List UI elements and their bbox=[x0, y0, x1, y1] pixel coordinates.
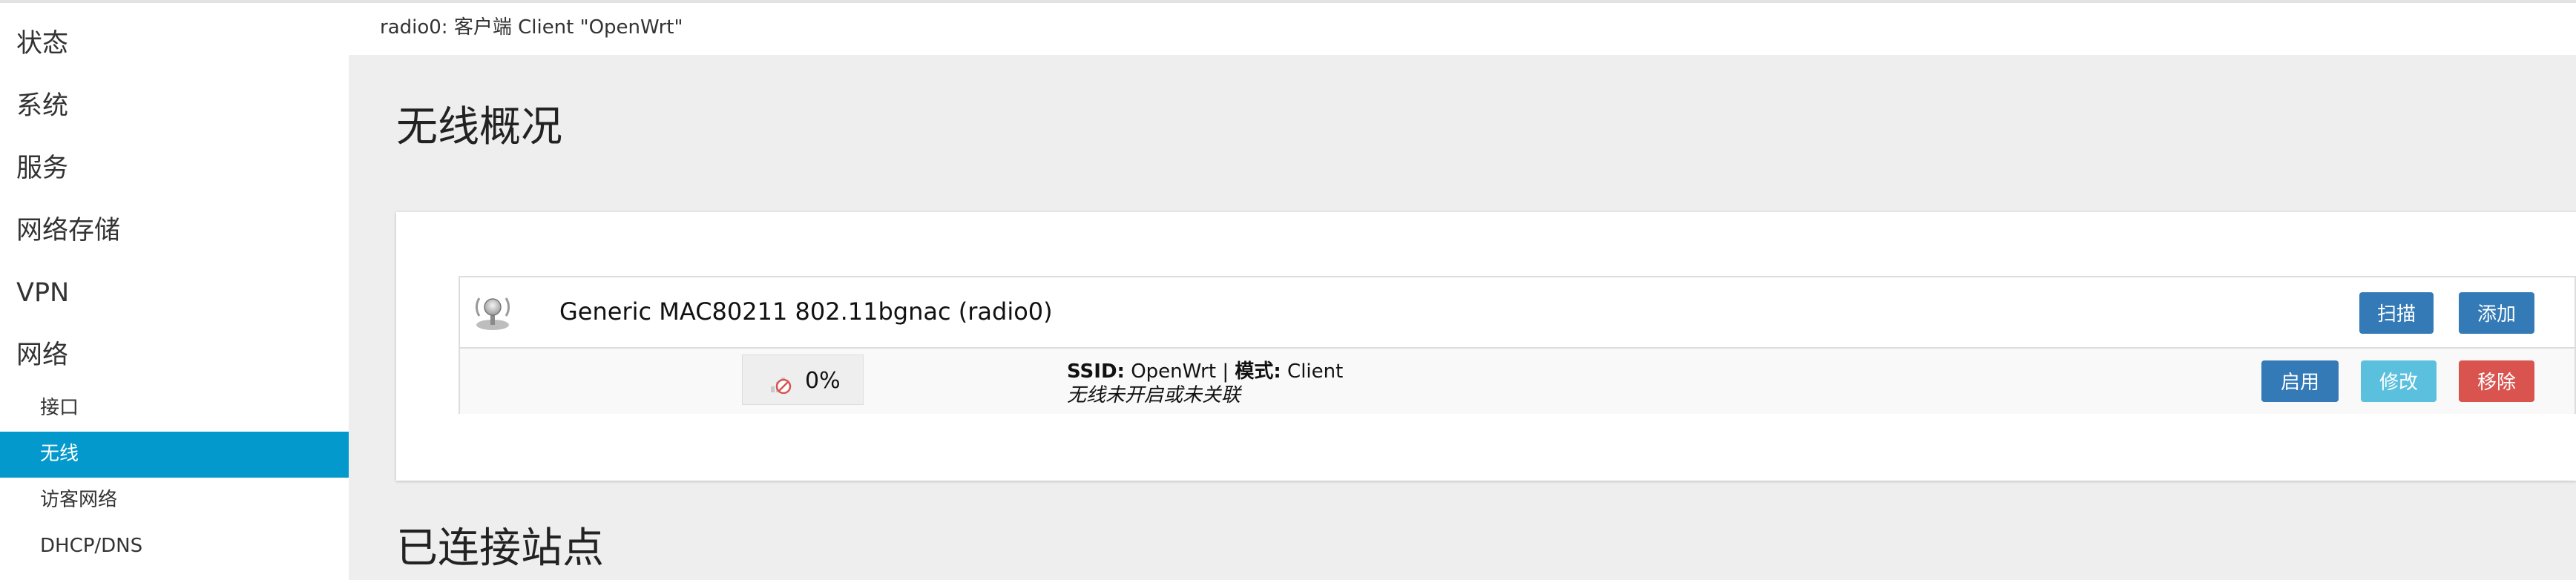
signal-disabled-icon bbox=[771, 378, 792, 394]
wireless-device-table: Generic MAC80211 802.11bgnac (radio0) 扫描… bbox=[459, 276, 2576, 414]
notice-text: radio0: 客户端 Client "OpenWrt" bbox=[380, 16, 683, 39]
sidebar-subitem-guest-network[interactable]: 访客网络 bbox=[0, 478, 349, 524]
device-name: Generic MAC80211 802.11bgnac (radio0) bbox=[559, 297, 1053, 326]
remove-button[interactable]: 移除 bbox=[2459, 360, 2534, 402]
stations-title: 已连接站点 bbox=[396, 524, 604, 573]
sidebar-subitem-interfaces[interactable]: 接口 bbox=[0, 386, 349, 432]
wireless-overview-card: Generic MAC80211 802.11bgnac (radio0) 扫描… bbox=[396, 212, 2576, 481]
sidebar-item-network[interactable]: 网络 bbox=[16, 343, 68, 369]
sidebar-item-vpn[interactable]: VPN bbox=[16, 280, 69, 306]
network-row: 0% SSID: OpenWrt | 模式: Client 无线未开启或未关联 … bbox=[460, 349, 2575, 414]
edit-button[interactable]: 修改 bbox=[2361, 360, 2437, 402]
sidebar-item-nas[interactable]: 网络存储 bbox=[16, 218, 120, 244]
ssid-key: SSID: bbox=[1067, 360, 1125, 383]
scan-button[interactable]: 扫描 bbox=[2359, 292, 2434, 334]
sidebar-item-status[interactable]: 状态 bbox=[16, 31, 68, 57]
network-status: 无线未开启或未关联 bbox=[1067, 384, 1241, 406]
ssid-value: OpenWrt bbox=[1124, 360, 1217, 383]
add-button[interactable]: 添加 bbox=[2459, 292, 2534, 334]
enable-button[interactable]: 启用 bbox=[2261, 360, 2339, 402]
sidebar-subitem-label: DHCP/DNS bbox=[40, 535, 143, 557]
sidebar-subitem-dhcp-dns[interactable]: DHCP/DNS bbox=[0, 524, 349, 570]
sidebar: 状态 系统 服务 网络存储 VPN 网络 接口 无线 访客网络 DHCP/DNS bbox=[0, 3, 349, 580]
mode-key: 模式: bbox=[1235, 360, 1281, 383]
page-title: 无线概况 bbox=[396, 103, 562, 151]
sidebar-subitem-label: 无线 bbox=[40, 443, 79, 465]
notice-bar: radio0: 客户端 Client "OpenWrt" bbox=[349, 3, 2576, 55]
wireless-radio-icon bbox=[476, 297, 510, 330]
sidebar-subitem-label: 访客网络 bbox=[40, 489, 118, 511]
signal-value: 0% bbox=[805, 368, 841, 394]
sidebar-item-system[interactable]: 系统 bbox=[16, 93, 68, 119]
main-content: radio0: 客户端 Client "OpenWrt" 无线概况 Generi… bbox=[349, 3, 2576, 580]
network-info: SSID: OpenWrt | 模式: Client bbox=[1067, 362, 1343, 381]
sidebar-subitem-label: 接口 bbox=[40, 397, 79, 419]
info-separator: | bbox=[1216, 360, 1235, 383]
sidebar-subitem-wireless[interactable]: 无线 bbox=[0, 432, 349, 478]
mode-value: Client bbox=[1281, 360, 1344, 383]
device-row: Generic MAC80211 802.11bgnac (radio0) 扫描… bbox=[460, 277, 2575, 349]
sidebar-item-services[interactable]: 服务 bbox=[16, 156, 68, 182]
signal-badge[interactable]: 0% bbox=[742, 355, 864, 405]
